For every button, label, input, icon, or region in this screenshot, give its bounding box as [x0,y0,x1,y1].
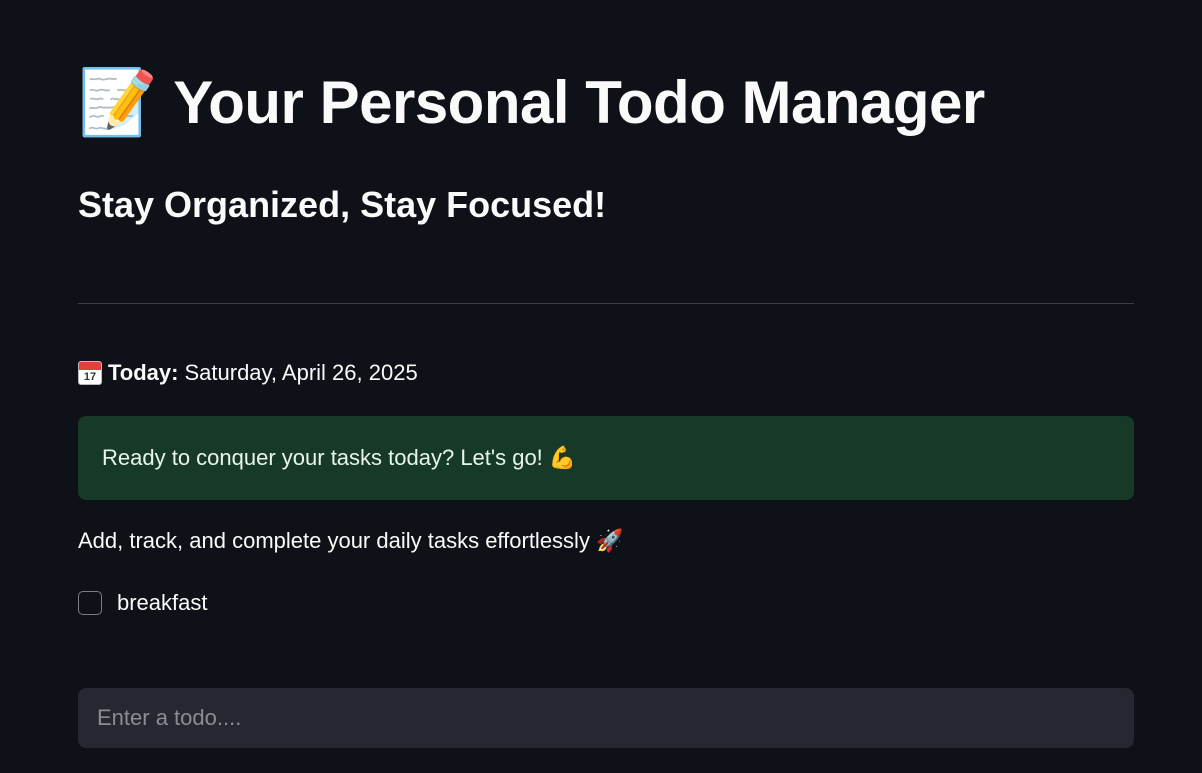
today-value: Saturday, April 26, 2025 [184,360,418,385]
memo-icon: 📝 [78,66,158,138]
todo-item-label: breakfast [117,590,208,615]
page-title-text: Your Personal Todo Manager [173,68,985,136]
app-page: 📝 Your Personal Todo Manager Stay Organi… [0,0,1202,773]
page-subtitle: Stay Organized, Stay Focused! [78,184,607,225]
alert-message: Ready to conquer your tasks today? Let's… [102,445,577,470]
todo-input[interactable] [78,688,1134,748]
todo-checkbox[interactable] [78,591,102,615]
today-date: Today: Saturday, April 26, 2025 [78,360,418,386]
today-label: Today: [108,360,179,385]
calendar-icon [78,361,102,385]
todo-item[interactable]: breakfast [78,590,208,616]
tagline: Add, track, and complete your daily task… [78,528,624,553]
page-title: 📝 Your Personal Todo Manager [78,62,985,142]
divider [78,303,1134,304]
success-alert: Ready to conquer your tasks today? Let's… [78,416,1134,500]
